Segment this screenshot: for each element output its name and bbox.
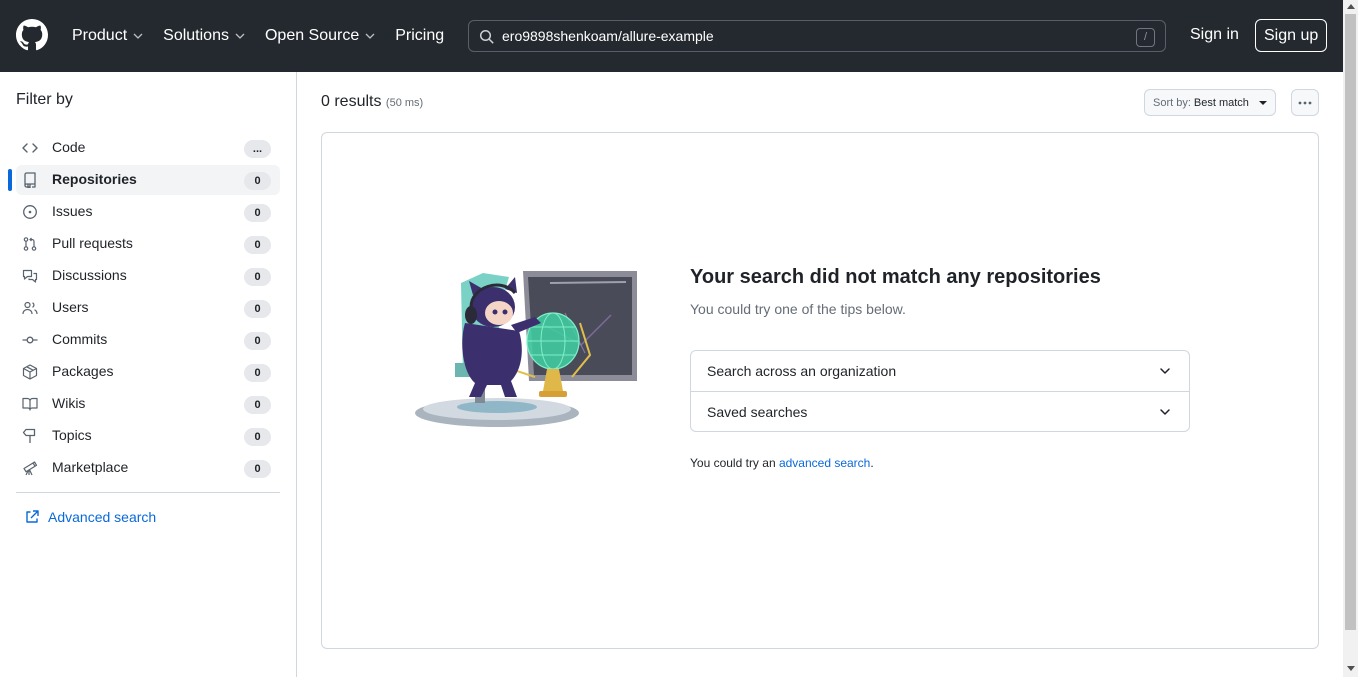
sidebar-item-wikis[interactable]: Wikis 0 xyxy=(16,389,280,419)
tip-search-organization[interactable]: Search across an organization xyxy=(691,351,1189,391)
filter-sidebar: Filter by Code ... Repositories 0 Issues… xyxy=(0,72,297,677)
sort-dropdown[interactable]: Sort by: Best match xyxy=(1144,89,1276,116)
commit-icon xyxy=(22,336,38,344)
hint-suffix: . xyxy=(870,456,874,470)
github-logo-icon[interactable] xyxy=(16,19,48,51)
global-header: Product Solutions Open Source Pricing er… xyxy=(0,0,1343,72)
nav-pricing-label: Pricing xyxy=(395,27,445,44)
repo-icon xyxy=(24,172,36,188)
results-summary: 0 results (50 ms) xyxy=(321,93,423,111)
sidebar-item-label: Users xyxy=(52,299,89,315)
search-shortcut-key: / xyxy=(1136,28,1155,47)
sort-value: Best match xyxy=(1193,96,1249,109)
sidebar-item-label: Pull requests xyxy=(52,235,133,251)
package-icon xyxy=(22,364,38,380)
empty-state-title: Your search did not match any repositori… xyxy=(690,266,1101,288)
sidebar-item-label: Commits xyxy=(52,331,108,347)
sort-label: Sort by: xyxy=(1153,96,1191,109)
chevron-down-icon xyxy=(1160,409,1170,415)
advanced-search-link[interactable]: Advanced search xyxy=(24,509,156,525)
sidebar-item-label: Discussions xyxy=(52,267,127,283)
chevron-down-icon xyxy=(1160,368,1170,374)
advanced-search-label: Advanced search xyxy=(48,509,157,525)
sign-in-link[interactable]: Sign in xyxy=(1190,26,1239,44)
pull-request-icon xyxy=(23,237,37,251)
active-indicator xyxy=(8,169,12,191)
telescope-icon xyxy=(23,461,38,476)
nav-open-source[interactable]: Open Source xyxy=(265,27,376,45)
advanced-search-inline-link[interactable]: advanced search xyxy=(779,456,870,470)
page-scrollbar[interactable] xyxy=(1343,0,1358,677)
chevron-down-icon xyxy=(235,33,245,39)
sidebar-item-label: Code xyxy=(52,139,86,155)
count-badge: 0 xyxy=(244,172,271,190)
caret-down-icon xyxy=(1258,100,1267,105)
tag-icon xyxy=(22,428,36,443)
advanced-search-hint: You could try an advanced search. xyxy=(690,456,874,470)
sidebar-item-issues[interactable]: Issues 0 xyxy=(16,197,280,227)
search-input[interactable]: ero9898shenkoam/allure-example / xyxy=(468,20,1166,52)
empty-state-subtitle: You could try one of the tips below. xyxy=(690,301,906,317)
sidebar-item-code[interactable]: Code ... xyxy=(16,133,280,163)
sidebar-item-topics[interactable]: Topics 0 xyxy=(16,421,280,451)
search-tips-list: Search across an organization Saved sear… xyxy=(690,350,1190,432)
count-badge: ... xyxy=(244,140,271,158)
tip-saved-searches[interactable]: Saved searches xyxy=(691,391,1189,431)
more-options-button[interactable] xyxy=(1291,89,1319,116)
sidebar-item-label: Packages xyxy=(52,363,114,379)
results-count: 0 results xyxy=(321,93,382,110)
octocat-illustration xyxy=(415,271,637,427)
book-icon xyxy=(22,397,38,411)
count-badge: 0 xyxy=(244,236,271,254)
discussion-icon xyxy=(22,269,38,283)
sidebar-item-repositories[interactable]: Repositories 0 xyxy=(8,165,280,195)
sidebar-item-marketplace[interactable]: Marketplace 0 xyxy=(16,453,280,483)
count-badge: 0 xyxy=(244,332,271,350)
kebab-horizontal-icon xyxy=(1298,101,1312,105)
nav-product-label: Product xyxy=(72,27,128,44)
sidebar-item-label: Wikis xyxy=(52,395,86,411)
sidebar-item-label: Issues xyxy=(52,203,93,219)
search-icon xyxy=(479,29,494,44)
tip-label: Saved searches xyxy=(707,403,808,420)
nav-solutions-label: Solutions xyxy=(163,27,229,44)
sidebar-item-commits[interactable]: Commits 0 xyxy=(16,325,280,355)
count-badge: 0 xyxy=(244,300,271,318)
empty-results-panel: Your search did not match any repositori… xyxy=(321,132,1319,649)
filter-title: Filter by xyxy=(16,91,73,108)
scroll-down-arrow-icon[interactable] xyxy=(1347,666,1355,671)
hint-prefix: You could try an xyxy=(690,456,779,470)
count-badge: 0 xyxy=(244,268,271,286)
sidebar-item-users[interactable]: Users 0 xyxy=(16,293,280,323)
sidebar-item-packages[interactable]: Packages 0 xyxy=(16,357,280,387)
people-icon xyxy=(22,301,38,315)
code-icon xyxy=(22,143,38,153)
count-badge: 0 xyxy=(244,396,271,414)
tip-label: Search across an organization xyxy=(707,363,897,379)
sidebar-item-label: Marketplace xyxy=(52,459,129,475)
sidebar-item-pull-requests[interactable]: Pull requests 0 xyxy=(16,229,280,259)
main-nav: Product Solutions Open Source Pricing xyxy=(72,0,463,72)
nav-pricing[interactable]: Pricing xyxy=(395,27,444,45)
nav-solutions[interactable]: Solutions xyxy=(163,27,246,45)
sidebar-item-label: Topics xyxy=(52,427,92,443)
chevron-down-icon xyxy=(133,33,143,39)
sidebar-divider xyxy=(16,492,280,493)
sign-up-button[interactable]: Sign up xyxy=(1255,19,1328,52)
scrollbar-thumb[interactable] xyxy=(1345,14,1356,630)
issue-icon xyxy=(23,205,37,219)
count-badge: 0 xyxy=(244,364,271,382)
sidebar-item-label: Repositories xyxy=(52,171,137,187)
nav-product[interactable]: Product xyxy=(72,27,144,45)
count-badge: 0 xyxy=(244,428,271,446)
chevron-down-icon xyxy=(365,33,375,39)
search-timing: (50 ms) xyxy=(385,97,424,109)
link-external-icon xyxy=(26,510,39,523)
nav-open-source-label: Open Source xyxy=(264,27,360,44)
search-query: ero9898shenkoam/allure-example xyxy=(502,28,714,44)
count-badge: 0 xyxy=(244,204,271,222)
sidebar-item-discussions[interactable]: Discussions 0 xyxy=(16,261,280,291)
scroll-up-arrow-icon[interactable] xyxy=(1347,4,1355,9)
count-badge: 0 xyxy=(244,460,271,478)
